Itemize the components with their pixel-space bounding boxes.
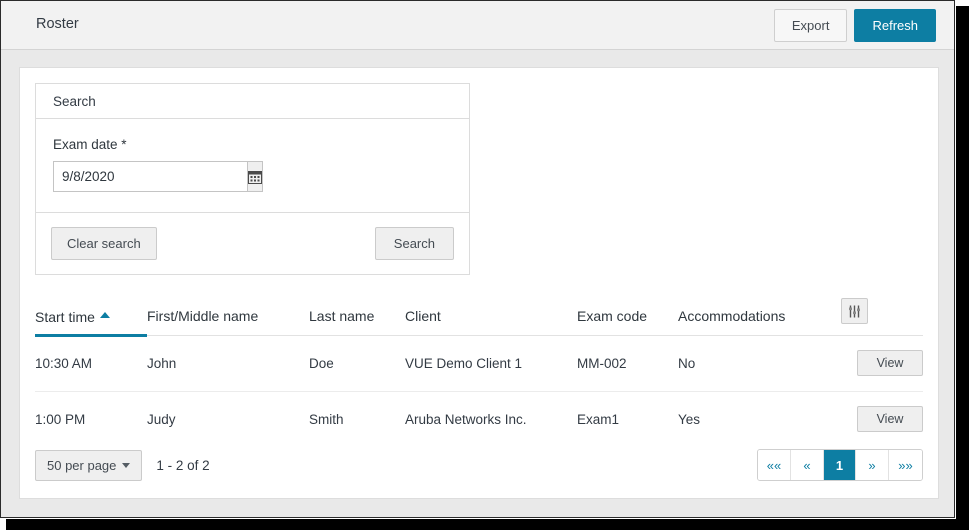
exam-date-field-group: [53, 161, 263, 192]
per-page-dropdown[interactable]: 50 per page: [35, 449, 143, 481]
application-window: Roster Export Refresh Search Exam date *: [0, 0, 955, 518]
search-panel-title: Search: [53, 93, 96, 109]
results-table-area: Start time First/Middle name Last name C…: [35, 288, 923, 447]
view-button[interactable]: View: [857, 350, 923, 376]
column-header-actions: [841, 288, 923, 336]
cell-first-middle-name: John: [147, 335, 309, 392]
pagination-left-group: 50 per page 1 - 2 of 2: [35, 449, 210, 481]
cell-start-time: 1:00 PM: [35, 411, 86, 427]
last-page-button[interactable]: »»: [889, 450, 922, 480]
page-button-1[interactable]: 1: [824, 450, 856, 480]
search-submit-button[interactable]: Search: [374, 227, 454, 260]
sort-ascending-icon: [99, 312, 110, 318]
cell-exam-code: Exam1: [577, 411, 620, 427]
cell-client: VUE Demo Client 1: [405, 335, 577, 392]
table-header-row: Start time First/Middle name Last name C…: [35, 288, 923, 337]
search-panel-body: Exam date *: [36, 119, 469, 213]
view-button[interactable]: View: [857, 406, 923, 432]
app-header: Roster Export Refresh: [1, 1, 954, 50]
table-row: 1:00 PM Judy Smith Aruba Networks Inc. E…: [35, 392, 923, 448]
cell-last-name: Doe: [309, 335, 405, 392]
previous-page-button[interactable]: «: [791, 450, 824, 480]
sliders-icon[interactable]: [841, 298, 868, 324]
search-panel-footer: Clear search Search: [36, 213, 469, 274]
export-button[interactable]: Export: [773, 9, 848, 42]
column-header-accommodations[interactable]: Accommodations: [678, 288, 841, 336]
pagination-controls: «« « 1 » »»: [757, 449, 923, 481]
column-header-client[interactable]: Client: [405, 288, 577, 336]
clear-search-button[interactable]: Clear search: [51, 227, 157, 260]
record-range-label: 1 - 2 of 2: [156, 457, 210, 473]
roster-table: Start time First/Middle name Last name C…: [35, 288, 923, 447]
cell-start-time: 10:30 AM: [35, 335, 147, 392]
next-page-button[interactable]: »: [856, 450, 889, 480]
refresh-button[interactable]: Refresh: [854, 9, 936, 42]
main-content-card: Search Exam date * 9/8/2020 Clear search…: [19, 67, 939, 499]
cell-accommodations: No: [678, 335, 841, 392]
table-row: 10:30 AM John Doe VUE Demo Client 1 MM-0…: [35, 335, 923, 392]
column-header-last-name[interactable]: Last name: [309, 288, 405, 336]
first-page-button[interactable]: ««: [758, 450, 791, 480]
page-title: Roster: [36, 16, 79, 32]
pagination-bar: 50 per page 1 - 2 of 2 «« « 1 » »»: [35, 449, 923, 481]
column-header-first-middle-name[interactable]: First/Middle name: [147, 288, 309, 336]
cell-exam-code: MM-002: [577, 335, 678, 392]
window-shadow-right: [956, 6, 969, 530]
per-page-label: 50 per page: [47, 457, 117, 473]
cell-actions: View: [841, 335, 923, 392]
cell-last-name: Smith: [309, 411, 344, 427]
exam-date-label: Exam date *: [53, 137, 127, 152]
cell-first-middle-name: Judy: [147, 411, 176, 427]
window-shadow-bottom: [6, 519, 969, 530]
column-header-exam-code[interactable]: Exam code: [577, 288, 678, 336]
chevron-down-icon: [122, 462, 131, 468]
exam-date-input[interactable]: [53, 161, 247, 192]
column-header-start-time-label: Start time: [35, 309, 95, 325]
calendar-icon[interactable]: [247, 161, 263, 192]
cell-actions: View: [841, 392, 923, 448]
cell-client: Aruba Networks Inc.: [405, 411, 527, 427]
cell-accommodations: Yes: [678, 411, 701, 427]
search-panel-header: Search: [36, 84, 469, 119]
header-actions: Export Refresh: [773, 9, 936, 42]
search-panel: Search Exam date * 9/8/2020 Clear search…: [35, 83, 470, 275]
column-header-start-time[interactable]: Start time: [35, 288, 147, 337]
